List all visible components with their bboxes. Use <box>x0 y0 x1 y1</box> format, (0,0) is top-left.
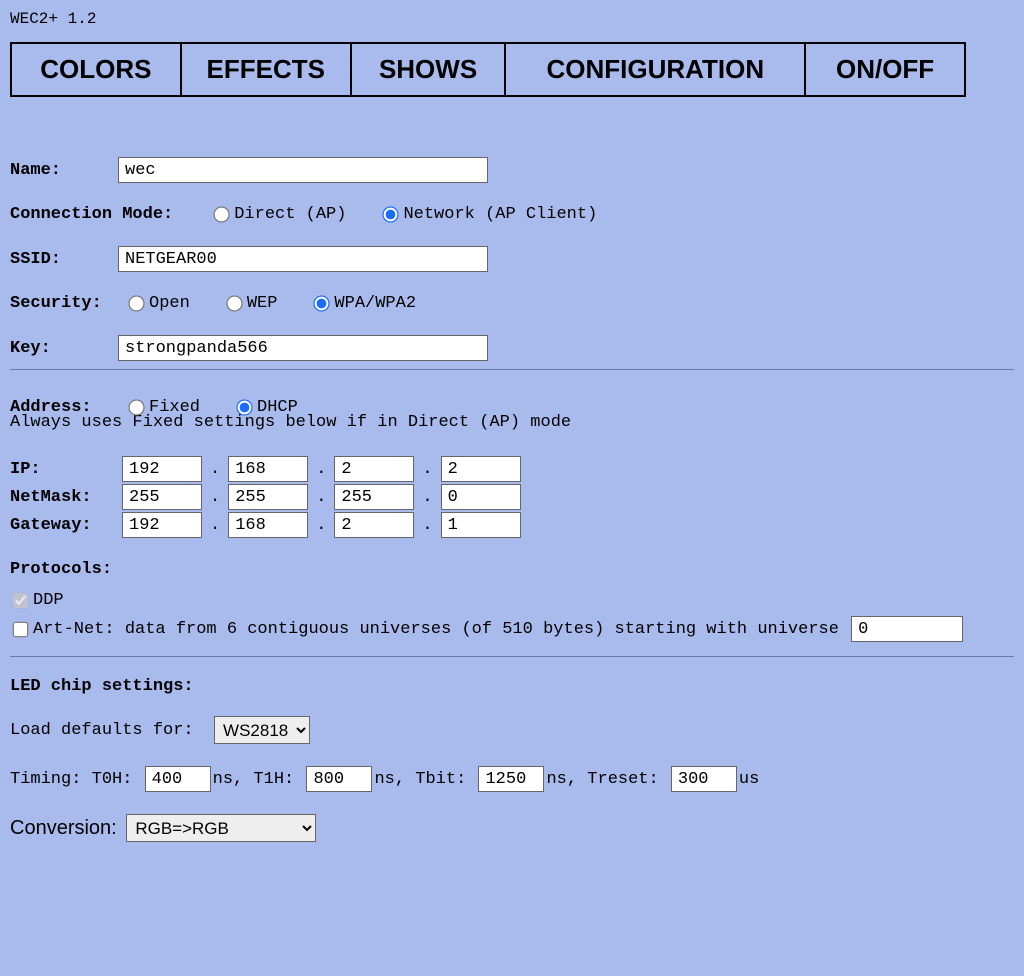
address-note: Always uses Fixed settings below if in D… <box>10 413 1014 432</box>
gateway-label: Gateway: <box>10 516 118 535</box>
nav-effects[interactable]: EFFECTS <box>181 43 351 96</box>
connection-mode-label: Connection Mode: <box>10 205 173 224</box>
radio-security-wep[interactable] <box>226 295 242 311</box>
radio-security-wpa[interactable] <box>314 295 330 311</box>
netmask-label: NetMask: <box>10 488 118 507</box>
tbit-unit: ns, Treset: <box>546 770 658 789</box>
ip-label: IP: <box>10 460 118 479</box>
security-label: Security: <box>10 294 118 313</box>
timing-label: Timing: T0H: <box>10 770 132 789</box>
ip-octet-3[interactable] <box>334 456 414 482</box>
app-title: WEC2+ 1.2 <box>10 10 1014 28</box>
main-nav: COLORS EFFECTS SHOWS CONFIGURATION ON/OF… <box>10 42 966 97</box>
divider-2 <box>10 656 1014 657</box>
t0h-input[interactable] <box>145 766 211 792</box>
t1h-unit: ns, Tbit: <box>374 770 466 789</box>
ip-octet-2[interactable] <box>228 456 308 482</box>
radio-security-open[interactable] <box>128 295 144 311</box>
gateway-octet-2[interactable] <box>228 512 308 538</box>
netmask-octet-3[interactable] <box>334 484 414 510</box>
name-input[interactable] <box>118 157 488 183</box>
t0h-unit: ns, T1H: <box>213 770 295 789</box>
radio-address-dhcp[interactable] <box>236 399 252 415</box>
key-input[interactable] <box>118 335 488 361</box>
radio-security-open-label: Open <box>149 294 190 313</box>
treset-unit: us <box>739 770 759 789</box>
name-label: Name: <box>10 161 118 180</box>
conversion-select[interactable]: RGB=>RGB <box>126 814 316 842</box>
checkbox-ddp-label: DDP <box>33 591 64 610</box>
ssid-label: SSID: <box>10 250 118 269</box>
radio-direct-ap-label: Direct (AP) <box>234 205 346 224</box>
radio-security-wpa-label: WPA/WPA2 <box>334 294 416 313</box>
artnet-universe-input[interactable] <box>851 616 963 642</box>
chip-select[interactable]: WS2818 <box>214 716 310 744</box>
led-chip-heading: LED chip settings: <box>10 677 1014 696</box>
divider-1 <box>10 369 1014 370</box>
key-label: Key: <box>10 339 118 358</box>
checkbox-artnet[interactable] <box>13 621 29 637</box>
gateway-octet-1[interactable] <box>122 512 202 538</box>
tbit-input[interactable] <box>478 766 544 792</box>
gateway-octet-3[interactable] <box>334 512 414 538</box>
nav-shows[interactable]: SHOWS <box>351 43 506 96</box>
nav-onoff[interactable]: ON/OFF <box>805 43 965 96</box>
netmask-octet-4[interactable] <box>441 484 521 510</box>
nav-configuration[interactable]: CONFIGURATION <box>505 43 805 96</box>
netmask-octet-1[interactable] <box>122 484 202 510</box>
protocols-label: Protocols: <box>10 560 112 579</box>
treset-input[interactable] <box>671 766 737 792</box>
ip-octet-1[interactable] <box>122 456 202 482</box>
radio-security-wep-label: WEP <box>247 294 278 313</box>
radio-network-ap-client-label: Network (AP Client) <box>403 205 597 224</box>
ssid-input[interactable] <box>118 246 488 272</box>
netmask-octet-2[interactable] <box>228 484 308 510</box>
checkbox-artnet-label: Art-Net: data from 6 contiguous universe… <box>33 620 839 639</box>
radio-address-fixed[interactable] <box>128 399 144 415</box>
ip-octet-4[interactable] <box>441 456 521 482</box>
load-defaults-label: Load defaults for: <box>10 721 194 740</box>
conversion-label: Conversion: <box>10 817 117 840</box>
radio-network-ap-client[interactable] <box>383 206 399 222</box>
nav-colors[interactable]: COLORS <box>11 43 181 96</box>
radio-direct-ap[interactable] <box>214 206 230 222</box>
gateway-octet-4[interactable] <box>441 512 521 538</box>
t1h-input[interactable] <box>306 766 372 792</box>
checkbox-ddp <box>13 593 29 609</box>
